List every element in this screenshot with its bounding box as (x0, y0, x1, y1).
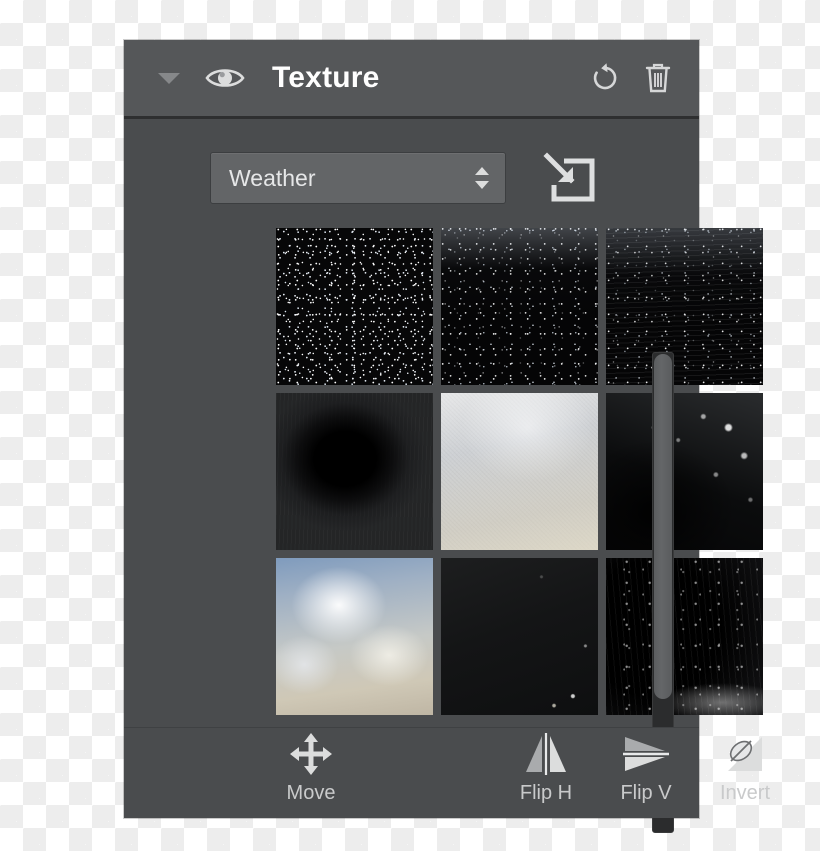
stepper-up-arrow[interactable] (475, 167, 489, 175)
texture-grid-wrap (124, 228, 763, 715)
flip-horizontal-button[interactable]: Flip H (498, 731, 594, 804)
scrollbar-thumb[interactable] (654, 354, 672, 699)
dark-vignette-texture (276, 393, 433, 550)
cloudy-sky-texture (276, 558, 433, 715)
flip-vertical-icon (598, 731, 694, 777)
rain-streaks-texture (441, 228, 598, 385)
texture-thumbnail[interactable] (276, 393, 433, 550)
flip-vertical-label: Flip V (620, 782, 672, 804)
trash-icon[interactable] (643, 60, 673, 96)
flip-vertical-button[interactable]: Flip V (598, 731, 694, 804)
texture-panel: Texture Weather Move Flip H Flip V Inver… (124, 40, 770, 833)
texture-thumbnail[interactable] (606, 558, 763, 715)
panel-header: Texture (124, 40, 699, 119)
texture-thumbnail[interactable] (441, 393, 598, 550)
bright-grain-texture (441, 393, 598, 550)
up-down-stepper-icon[interactable] (475, 167, 489, 189)
rain-streaks-variant-texture (606, 228, 763, 385)
texture-set-value: Weather (229, 164, 316, 191)
invert-icon (697, 731, 793, 777)
near-black-texture (441, 558, 598, 715)
flip-horizontal-label: Flip H (519, 782, 573, 804)
texture-source-row: Weather (124, 119, 699, 207)
page-title: Texture (272, 61, 380, 94)
invert-button[interactable]: Invert (697, 731, 793, 804)
import-arrow-into-box-icon[interactable] (540, 149, 598, 207)
stepper-down-arrow[interactable] (475, 181, 489, 189)
dense-starfield-texture (276, 228, 433, 385)
invert-label: Invert (719, 782, 771, 804)
texture-thumbnail[interactable] (276, 558, 433, 715)
move-button[interactable]: Move (263, 731, 359, 804)
texture-thumbnail[interactable] (441, 228, 598, 385)
texture-thumbnail[interactable] (606, 228, 763, 385)
texture-thumbnail[interactable] (606, 393, 763, 550)
panel-body: Weather (124, 119, 763, 833)
panel-header-left: Texture (158, 61, 589, 95)
move-label: Move (286, 782, 336, 804)
texture-thumbnail[interactable] (441, 558, 598, 715)
panel-header-actions (589, 60, 673, 96)
texture-set-select[interactable]: Weather (210, 152, 506, 204)
chevron-down-icon[interactable] (158, 72, 180, 84)
panel-footer-toolbar: Move Flip H Flip V Invert (124, 727, 770, 818)
move-four-arrows-icon (263, 731, 359, 777)
reset-rotate-icon[interactable] (589, 61, 621, 95)
scratched-dark-texture (606, 558, 763, 715)
eye-icon[interactable] (204, 64, 246, 92)
texture-thumbnail[interactable] (276, 228, 433, 385)
flip-horizontal-icon (498, 731, 594, 777)
bokeh-spots-texture (606, 393, 763, 550)
